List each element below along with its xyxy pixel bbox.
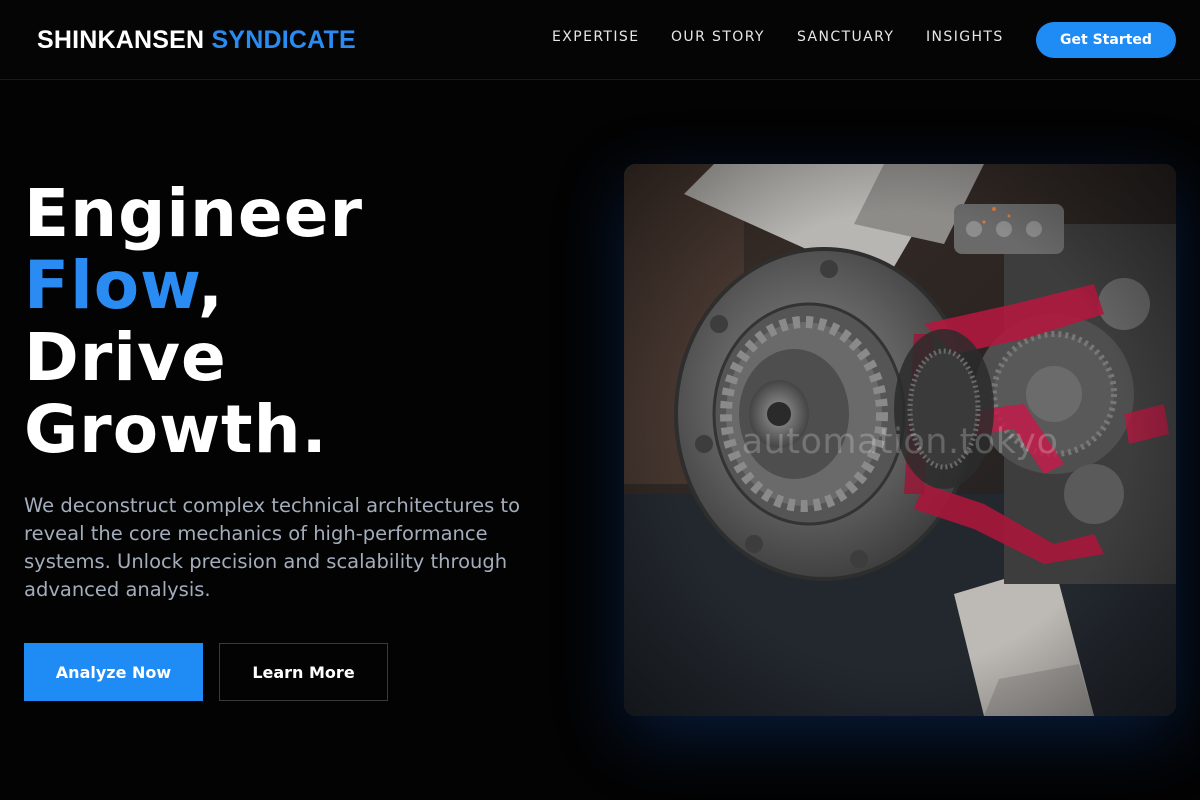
analyze-now-button[interactable]: Analyze Now — [24, 643, 203, 701]
hero-title-line-1: Engineer — [24, 175, 363, 252]
brand-name-primary: SHINKANSEN — [37, 26, 205, 54]
hero-title-accent-word: Flow — [24, 247, 198, 324]
hero-title-line-3: Drive — [24, 319, 227, 396]
hero-title-comma: , — [197, 247, 224, 324]
get-started-button[interactable]: Get Started — [1036, 22, 1176, 58]
nav-link-sanctuary[interactable]: SANCTUARY — [797, 29, 894, 45]
hero-title-line-4: Growth. — [24, 391, 328, 468]
learn-more-button[interactable]: Learn More — [219, 643, 388, 701]
nav-link-our-story[interactable]: OUR STORY — [671, 29, 765, 45]
hero-description: We deconstruct complex technical archite… — [24, 494, 521, 601]
nav-link-insights[interactable]: INSIGHTS — [926, 29, 1004, 45]
brand-logo[interactable]: SHINKANSEN SYNDICATE — [37, 25, 356, 55]
brand-name-accent: SYNDICATE — [211, 26, 356, 54]
hero-title-line-2: Flow, — [24, 250, 584, 322]
nav-link-expertise[interactable]: EXPERTISE — [552, 29, 639, 45]
clutch-gear-illustration — [624, 164, 1176, 716]
hero-title: Engineer Flow, Drive Growth. — [24, 178, 584, 466]
top-navigation-bar: SHINKANSEN SYNDICATE EXPERTISE OUR STORY… — [0, 0, 1200, 80]
hero-machinery-image: automation.tokyo — [624, 164, 1176, 716]
